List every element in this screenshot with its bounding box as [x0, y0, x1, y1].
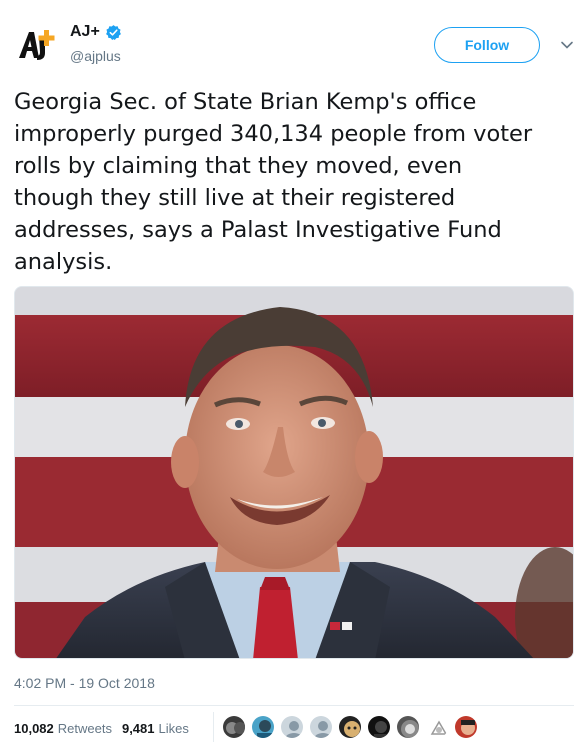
- tweet-text-line: analysis.: [14, 249, 113, 275]
- display-name[interactable]: AJ+: [70, 23, 100, 41]
- aj-plus-logo[interactable]: [15, 22, 59, 66]
- follow-button[interactable]: Follow: [434, 27, 540, 63]
- likes-label: Likes: [158, 720, 189, 736]
- tweet-text-line: improperly purged 340,134 people from vo…: [14, 121, 533, 147]
- avatar[interactable]: [308, 714, 334, 740]
- stats-separator: [213, 712, 214, 742]
- divider: [14, 705, 574, 706]
- retweets-count: 10,082: [14, 720, 54, 736]
- avatar[interactable]: [395, 714, 421, 740]
- liker-avatars: [218, 714, 479, 740]
- tweet-photo[interactable]: [14, 286, 574, 659]
- avatar[interactable]: [221, 714, 247, 740]
- likes-count: 9,481: [121, 720, 155, 736]
- tweet-text-line: rolls by claiming that they moved, even: [14, 153, 463, 179]
- avatar[interactable]: [424, 714, 450, 740]
- avatar[interactable]: [250, 714, 276, 740]
- tweet-timestamp[interactable]: 4:02 PM - 19 Oct 2018: [14, 675, 155, 691]
- avatar[interactable]: [366, 714, 392, 740]
- avatar[interactable]: [279, 714, 305, 740]
- avatar[interactable]: [453, 714, 479, 740]
- retweets-stat[interactable]: 10,082 Retweets: [14, 721, 112, 736]
- tweet-text-line: Georgia Sec. of State Brian Kemp's offic…: [14, 89, 477, 115]
- tweet-stats: 10,082 Retweets 9,481 Likes: [14, 716, 199, 740]
- handle[interactable]: @ajplus: [70, 48, 122, 64]
- retweets-label: Retweets: [57, 720, 112, 736]
- tweet-text-line: though they still live at their register…: [14, 185, 456, 211]
- tweet-header: AJ+ @ajplus Follow: [12, 18, 574, 68]
- likes-stat[interactable]: 9,481 Likes: [122, 721, 189, 736]
- tweet-text: Georgia Sec. of State Brian Kemp's offic…: [14, 86, 576, 278]
- tweet-text-line: addresses, says a Palast Investigative F…: [14, 217, 502, 243]
- chevron-down-icon[interactable]: [560, 38, 574, 52]
- verified-badge-icon: [105, 24, 121, 40]
- avatar[interactable]: [337, 714, 363, 740]
- user-info[interactable]: AJ+ @ajplus: [70, 22, 122, 64]
